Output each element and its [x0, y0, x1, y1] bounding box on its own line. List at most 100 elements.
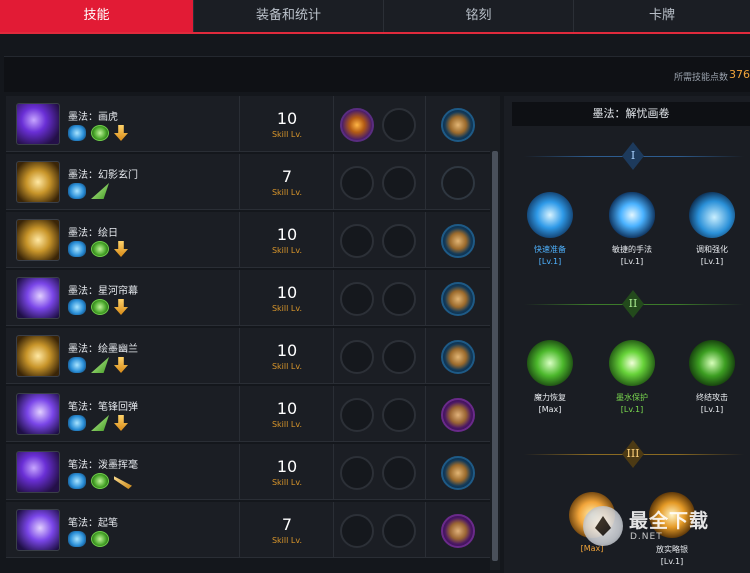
gem-slot-1[interactable] — [340, 224, 374, 258]
skill-name: 笔法：起笔 — [68, 518, 118, 529]
gold-slash-tripod-mini-icon: gold-slash — [114, 476, 132, 489]
violet-galaxy-skill-icon[interactable] — [16, 277, 60, 319]
rune-card-icon[interactable] — [441, 398, 475, 432]
purple-rebound-skill-icon[interactable] — [16, 393, 60, 435]
green-tripod-mini-icon: green — [91, 241, 109, 257]
arrow-tripod-mini-icon: arrow — [114, 125, 128, 141]
tab-engravings[interactable]: 铭刻 — [384, 0, 574, 32]
rune-card-icon[interactable] — [441, 224, 475, 258]
gem-slot-1[interactable] — [340, 108, 374, 142]
gold-gate-skill-icon[interactable] — [16, 161, 60, 203]
skill-row[interactable]: 墨法：幻影玄门 blue green-leaf 7 Skill Lv. — [6, 154, 490, 210]
detail-title: 墨法：解忧画卷 — [512, 102, 750, 126]
node-level: [Lv.1] — [538, 257, 562, 266]
card-slot-empty[interactable] — [441, 166, 475, 200]
violet-brush-skill-icon[interactable] — [16, 509, 60, 551]
skill-info-cell: 笔法：泼墨挥毫 blue green gold-slash — [6, 444, 240, 500]
node-level: [Max] — [538, 405, 562, 414]
skill-level-cell: 10 Skill Lv. — [240, 212, 334, 268]
skill-row[interactable]: 笔法：起笔 blue green 7 Skill Lv. — [6, 502, 490, 558]
watermark-logo-icon — [583, 506, 623, 546]
gem-slot-1[interactable] — [340, 340, 374, 374]
skill-row[interactable]: 墨法：绘墨幽兰 blue green-leaf arrow 10 Skill Lv. — [6, 328, 490, 384]
tripod-mini-icons: blue green arrow — [68, 125, 128, 143]
skill-name: 笔法：笔锋回弹 — [68, 402, 138, 413]
node-level: [Lv.1] — [620, 257, 644, 266]
card-cell — [426, 386, 490, 442]
node-level: [Lv.1] — [660, 557, 684, 566]
rune-card-icon[interactable] — [441, 282, 475, 316]
rune-card-icon[interactable] — [441, 514, 475, 548]
gem-slot-2[interactable] — [382, 514, 416, 548]
gem-slot-2[interactable] — [382, 108, 416, 142]
skill-name: 墨法：绘墨幽兰 — [68, 344, 138, 355]
tripod-node-ink-shield[interactable]: 墨水保护 [Lv.1] — [592, 340, 672, 414]
node-name: 快速准备 — [534, 245, 566, 254]
tripod-node-mana-recovery[interactable]: 魔力恢复 [Max] — [510, 340, 590, 414]
tripod-mini-icons: blue green-leaf arrow — [68, 415, 128, 433]
gem-slot-1[interactable] — [340, 514, 374, 548]
tab-skills[interactable]: 技能 — [0, 0, 194, 32]
skill-info-cell: 笔法：起笔 blue green — [6, 502, 240, 558]
site-watermark: 最全下载 D.NET — [583, 500, 743, 552]
gem-slot-2[interactable] — [382, 340, 416, 374]
tripod-mini-icons: blue green — [68, 531, 109, 549]
gem-slot-2[interactable] — [382, 398, 416, 432]
gem-slot-2[interactable] — [382, 456, 416, 490]
gem-slot-1[interactable] — [340, 166, 374, 200]
gem-slot-2[interactable] — [382, 282, 416, 316]
tripod-node-agile-hand[interactable]: 敏捷的手法 [Lv.1] — [592, 192, 672, 266]
skill-row[interactable]: 笔法：泼墨挥毫 blue green gold-slash 10 Skill Lv. — [6, 444, 490, 500]
node-level: [Lv.1] — [620, 405, 644, 414]
tripod-node-finisher-attack[interactable]: 终结攻击 [Lv.1] — [672, 340, 750, 414]
gem-slot-1[interactable] — [340, 456, 374, 490]
skill-info-cell: 笔法：笔锋回弹 blue green-leaf arrow — [6, 386, 240, 442]
gem-slots-cell — [334, 212, 426, 268]
tripod-node-quick-prep[interactable]: 快速准备 [Lv.1] — [510, 192, 590, 266]
green-leaf-tripod-mini-icon: green-leaf — [91, 415, 109, 431]
gem-slot-1[interactable] — [340, 398, 374, 432]
rune-card-icon[interactable] — [441, 108, 475, 142]
skill-row[interactable]: 墨法：画虎 blue green arrow 10 Skill Lv. — [6, 96, 490, 152]
skill-row[interactable]: 笔法：笔锋回弹 blue green-leaf arrow 10 Skill Lv. — [6, 386, 490, 442]
scrollbar-thumb[interactable] — [492, 151, 498, 561]
card-cell — [426, 270, 490, 326]
purple-splash-skill-icon[interactable] — [16, 451, 60, 493]
rune-card-icon[interactable] — [441, 456, 475, 490]
purple-tiger-skill-icon[interactable] — [16, 103, 60, 145]
tripod-mini-icons: blue green arrow — [68, 299, 128, 317]
harmony-boost-icon — [689, 192, 735, 238]
skill-level-cell: 10 Skill Lv. — [240, 386, 334, 442]
skill-info-cell: 墨法：星河帘幕 blue green arrow — [6, 270, 240, 326]
skill-list-scrollbar[interactable] — [490, 96, 500, 570]
gold-orchid-skill-icon[interactable] — [16, 335, 60, 377]
tab-cards[interactable]: 卡牌 — [574, 0, 750, 32]
skill-info-cell: 墨法：画虎 blue green arrow — [6, 96, 240, 152]
skill-level-value: 10 — [276, 457, 298, 476]
node-name: 调和强化 — [696, 245, 728, 254]
skill-level-value: 10 — [276, 341, 298, 360]
tier-2-badge: II — [622, 290, 644, 318]
tab-equipment-stats[interactable]: 装备和统计 — [194, 0, 384, 32]
gem-slot-2[interactable] — [382, 166, 416, 200]
skill-points-label: 所需技能点数 — [673, 73, 728, 83]
skill-level-label: Skill Lv. — [271, 362, 303, 371]
skill-row[interactable]: 墨法：星河帘幕 blue green arrow 10 Skill Lv. — [6, 270, 490, 326]
skill-row[interactable]: 墨法：绘日 blue green arrow 10 Skill Lv. — [6, 212, 490, 268]
blue-tripod-mini-icon: blue — [68, 415, 86, 431]
green-tripod-mini-icon: green — [91, 531, 109, 547]
rune-card-icon[interactable] — [441, 340, 475, 374]
gem-slot-1[interactable] — [340, 282, 374, 316]
agile-hand-icon — [609, 192, 655, 238]
arrow-tripod-mini-icon: arrow — [114, 241, 128, 257]
ink-shield-icon — [609, 340, 655, 386]
skill-name: 墨法：星河帘幕 — [68, 286, 138, 297]
card-cell — [426, 444, 490, 500]
node-name: 敏捷的手法 — [612, 245, 652, 254]
tripod-node-harmony-boost[interactable]: 调和强化 [Lv.1] — [672, 192, 750, 266]
skill-level-label: Skill Lv. — [271, 478, 303, 487]
gem-slot-2[interactable] — [382, 224, 416, 258]
gold-sun-skill-icon[interactable] — [16, 219, 60, 261]
skill-name: 墨法：绘日 — [68, 228, 118, 239]
skill-level-label: Skill Lv. — [271, 130, 303, 139]
